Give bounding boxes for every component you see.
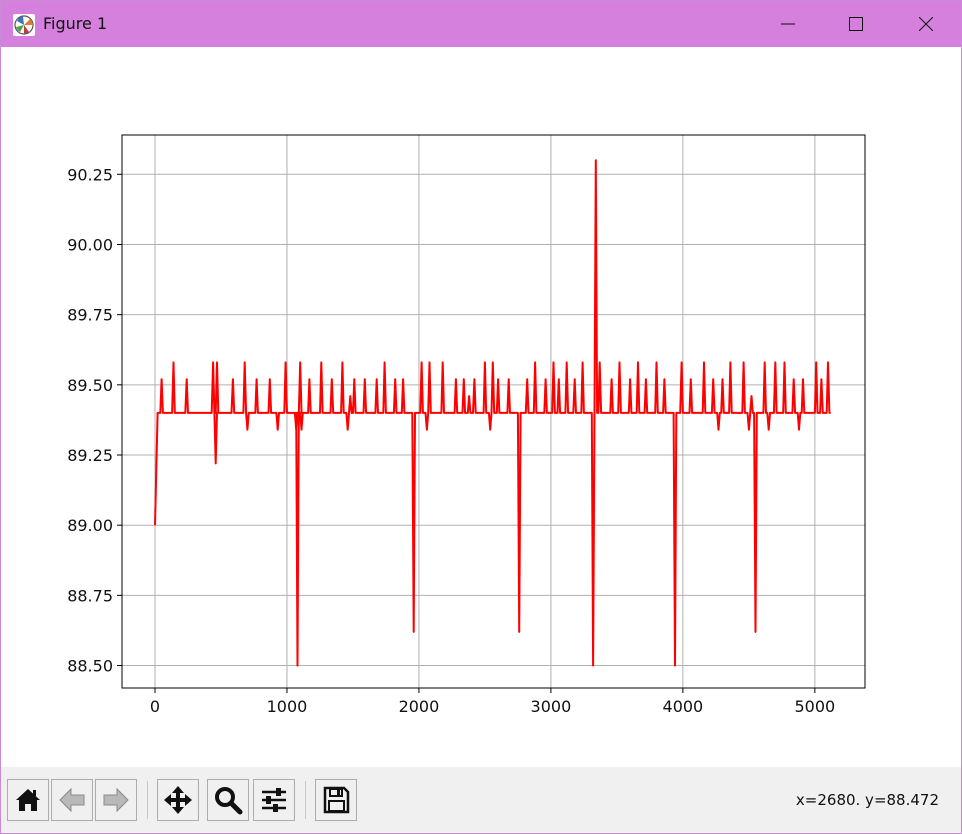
x-tick-label: 2000 [399,697,440,716]
title-bar[interactable]: Figure 1 [1,1,961,47]
x-tick-label: 1000 [267,697,308,716]
forward-button[interactable] [95,779,137,821]
zoom-button[interactable] [207,779,249,821]
figure-window: Figure 1 0 1000 2000 3000 4000 5000 88.50 88.7… [0,0,962,834]
close-icon [919,17,933,31]
close-button[interactable] [903,1,949,47]
series-line [154,159,831,667]
navigation-toolbar: x=2680. y=88.472 [1,767,961,833]
x-axis-ticks: 0 1000 2000 3000 4000 5000 [150,688,835,716]
y-axis-ticks: 88.50 88.75 89.00 89.25 89.50 89.75 90.00 90.25 [67,165,122,676]
x-tick-label: 5000 [794,697,835,716]
minimize-button[interactable] [765,1,811,47]
toolbar-separator [147,781,148,819]
back-button[interactable] [51,779,93,821]
y-tick-label: 90.00 [67,235,113,254]
maximize-button[interactable] [833,1,879,47]
line-chart[interactable]: 0 1000 2000 3000 4000 5000 88.50 88.75 89.00 89.… [1,47,961,767]
y-tick-label: 89.00 [67,516,113,535]
minimize-icon [781,23,795,25]
y-tick-label: 90.25 [67,165,113,184]
toolbar-separator [305,781,306,819]
window-title: Figure 1 [43,14,108,33]
x-tick-label: 0 [150,697,160,716]
data-series [154,159,831,667]
back-arrow-icon [59,787,85,813]
move-icon [164,786,192,814]
x-tick-label: 4000 [663,697,704,716]
y-tick-label: 88.50 [67,657,113,676]
save-button[interactable] [315,779,357,821]
pan-button[interactable] [157,779,199,821]
figure-canvas[interactable]: 0 1000 2000 3000 4000 5000 88.50 88.75 89.00 89.… [1,47,961,767]
cursor-coordinates: x=2680. y=88.472 [795,791,939,809]
y-tick-label: 89.25 [67,446,113,465]
maximize-icon [849,17,863,31]
forward-arrow-icon [103,787,129,813]
matplotlib-icon [13,14,35,36]
home-icon [16,789,40,811]
y-tick-label: 89.50 [67,376,113,395]
sliders-icon [262,788,286,812]
floppy-disk-icon [323,786,350,814]
y-tick-label: 89.75 [67,306,113,325]
configure-subplots-button[interactable] [253,779,295,821]
home-button[interactable] [7,779,49,821]
magnifier-icon [215,787,243,815]
x-tick-label: 3000 [531,697,572,716]
y-tick-label: 88.75 [67,586,113,605]
